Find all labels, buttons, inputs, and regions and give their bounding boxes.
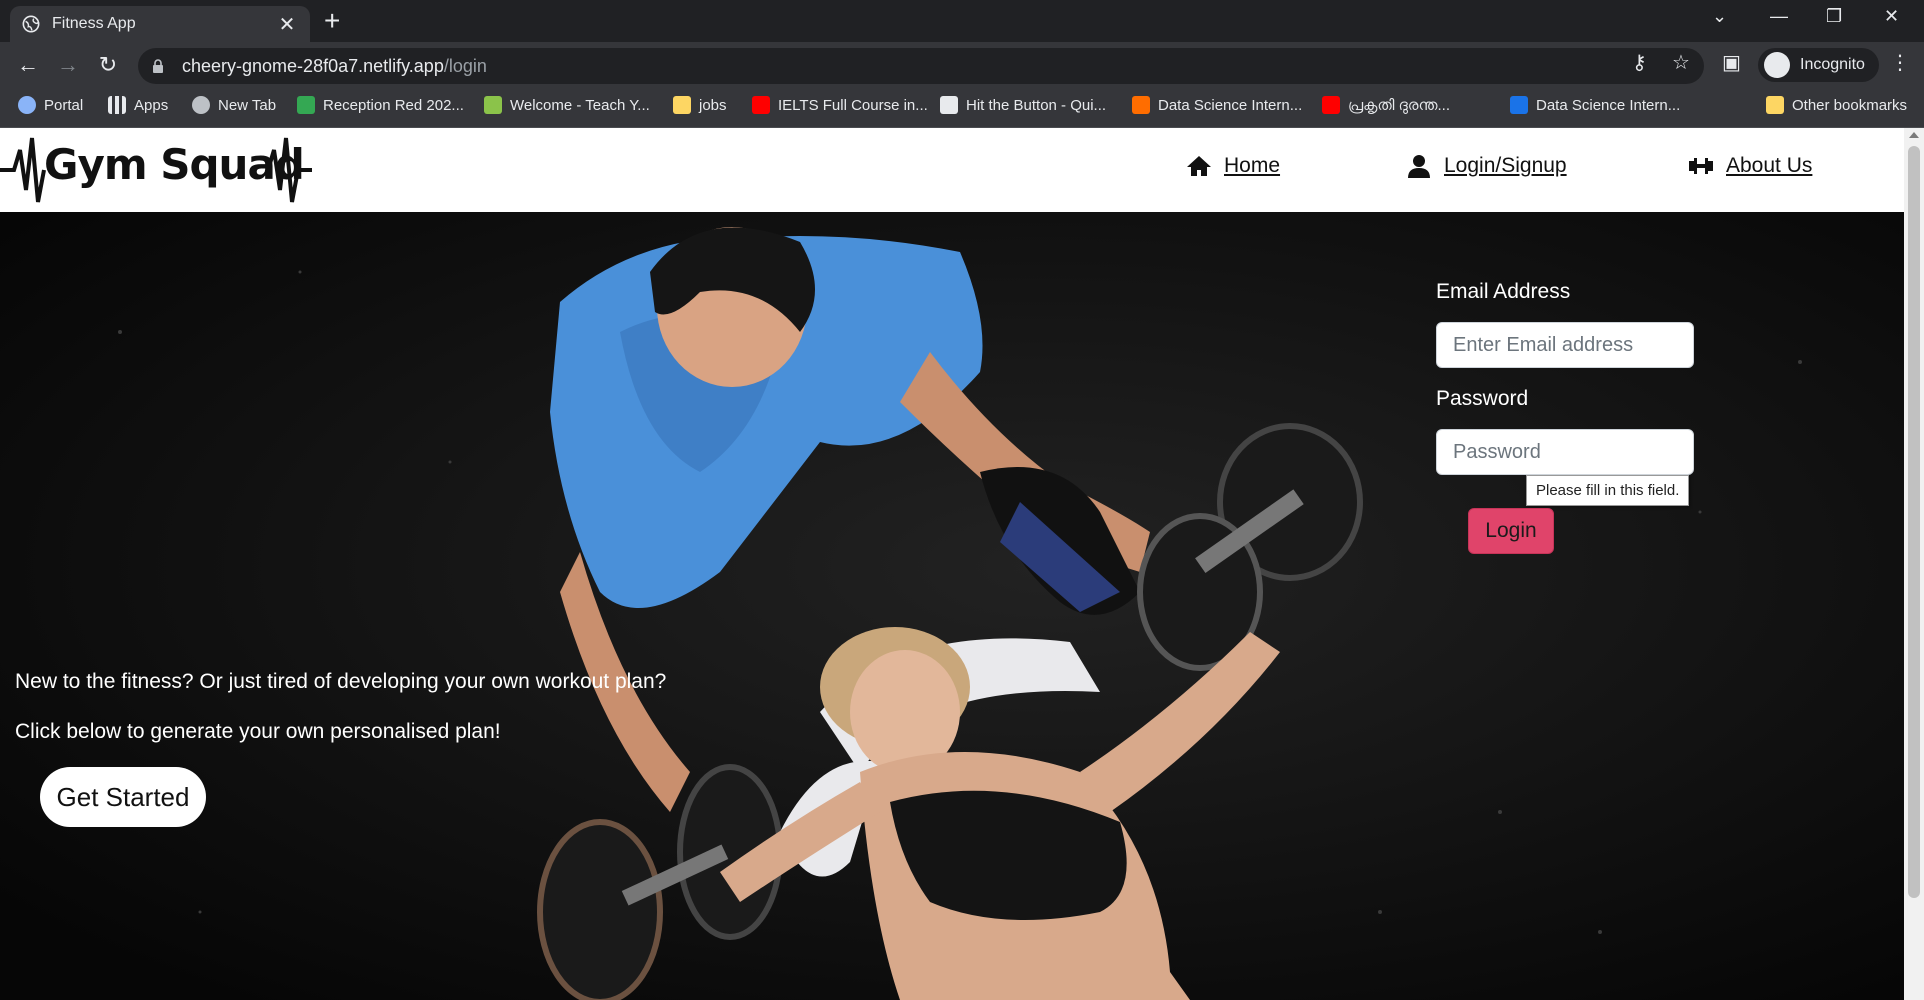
incognito-label: Incognito	[1800, 56, 1865, 73]
nav-home[interactable]: Home	[1186, 154, 1280, 178]
email-label: Email Address	[1436, 280, 1571, 303]
bookmark-portal[interactable]: Portal	[18, 96, 83, 114]
bookmark-reception-red[interactable]: Reception Red 202...	[297, 96, 464, 114]
close-window-button[interactable]: ✕	[1884, 6, 1899, 27]
teach-icon	[484, 96, 502, 114]
bookmark-new-tab[interactable]: New Tab	[192, 96, 276, 114]
user-icon	[1408, 155, 1430, 178]
validation-tooltip: Please fill in this field.	[1526, 475, 1690, 506]
bookmark-jobs[interactable]: jobs	[673, 96, 727, 114]
apps-grid-icon	[108, 96, 126, 114]
scroll-up-arrow-icon[interactable]	[1909, 132, 1919, 138]
restore-button[interactable]: ❐	[1826, 6, 1842, 27]
tab-search-icon[interactable]: ⌄	[1712, 6, 1727, 27]
page-scrollbar[interactable]	[1904, 128, 1924, 1000]
folder-icon	[673, 96, 691, 114]
browser-tab[interactable]: Fitness App ✕	[10, 6, 310, 42]
bookmark-malayalam[interactable]: പ്രകൃതി ദുരന്ത...	[1322, 96, 1450, 114]
bookmark-apps[interactable]: Apps	[108, 96, 168, 114]
scrollbar-thumb[interactable]	[1908, 146, 1920, 898]
url-host: cheery-gnome-28f0a7.netlify.app	[182, 55, 444, 76]
logo-text: Gym Squad	[44, 140, 305, 189]
browser-toolbar: ← → ↻ cheery-gnome-28f0a7.netlify.app/lo…	[0, 42, 1924, 88]
hero-text-line1: New to the fitness? Or just tired of dev…	[15, 670, 667, 693]
globe-icon	[22, 15, 40, 33]
web-page: Gym Squad Home Login/Signup About Us Ema…	[0, 128, 1904, 1000]
get-started-button[interactable]: Get Started	[40, 767, 206, 827]
info-icon	[1510, 96, 1528, 114]
reload-button[interactable]: ↻	[94, 52, 122, 78]
nav-about-us[interactable]: About Us	[1688, 154, 1812, 178]
key-icon[interactable]: ⚷	[1632, 50, 1647, 75]
tab-title: Fitness App	[52, 15, 136, 32]
bookmarks-bar: Portal Apps New Tab Reception Red 202...…	[0, 88, 1924, 128]
tab-close-icon[interactable]: ✕	[276, 12, 298, 37]
bookmark-welcome-teach[interactable]: Welcome - Teach Y...	[484, 96, 650, 114]
home-icon	[1187, 156, 1211, 176]
address-bar[interactable]: cheery-gnome-28f0a7.netlify.app/login	[138, 48, 1704, 84]
hero-text-line2: Click below to generate your own persona…	[15, 720, 501, 743]
password-label: Password	[1436, 387, 1529, 410]
nav-home-label: Home	[1224, 154, 1281, 177]
folder-icon	[1766, 96, 1784, 114]
dumbbell-icon	[1689, 158, 1713, 174]
side-panel-icon[interactable]: ▣	[1722, 50, 1741, 75]
bookmark-data-science-1[interactable]: Data Science Intern...	[1132, 96, 1302, 114]
menu-icon[interactable]: ⋮	[1890, 50, 1910, 75]
login-button[interactable]: Login	[1468, 508, 1554, 554]
other-bookmarks[interactable]: Other bookmarks	[1766, 96, 1907, 114]
site-logo[interactable]: Gym Squad	[0, 128, 320, 212]
bookmark-ielts[interactable]: IELTS Full Course in...	[752, 96, 928, 114]
new-tab-button[interactable]: +	[324, 7, 340, 35]
nav-about-us-label: About Us	[1726, 154, 1813, 177]
minimize-button[interactable]: —	[1770, 6, 1788, 27]
incognito-profile[interactable]: Incognito	[1758, 48, 1879, 82]
youtube-icon	[1322, 96, 1340, 114]
hero-section: Email Address Password Please fill in th…	[0, 212, 1904, 1000]
nav-login-signup-label: Login/Signup	[1444, 154, 1567, 177]
password-input[interactable]	[1436, 429, 1694, 475]
incognito-icon	[1764, 52, 1790, 78]
bookmark-hit-the-button[interactable]: Hit the Button - Qui...	[940, 96, 1106, 114]
email-input[interactable]	[1436, 322, 1694, 368]
nav-login-signup[interactable]: Login/Signup	[1406, 154, 1567, 178]
internshala-icon	[1132, 96, 1150, 114]
site-header: Gym Squad Home Login/Signup About Us	[0, 128, 1904, 212]
forward-button[interactable]: →	[54, 52, 82, 78]
lock-icon	[153, 59, 163, 73]
bookmark-data-science-2[interactable]: Data Science Intern...	[1510, 96, 1680, 114]
back-button[interactable]: ←	[14, 52, 42, 78]
portal-icon	[18, 96, 36, 114]
star-icon[interactable]: ☆	[1672, 50, 1690, 75]
tab-strip: Fitness App ✕ + ⌄ — ❐ ✕	[0, 0, 1924, 42]
checkbox-icon	[940, 96, 958, 114]
url-path: /login	[443, 55, 487, 76]
youtube-icon	[752, 96, 770, 114]
globe-icon	[192, 96, 210, 114]
sheets-icon	[297, 96, 315, 114]
